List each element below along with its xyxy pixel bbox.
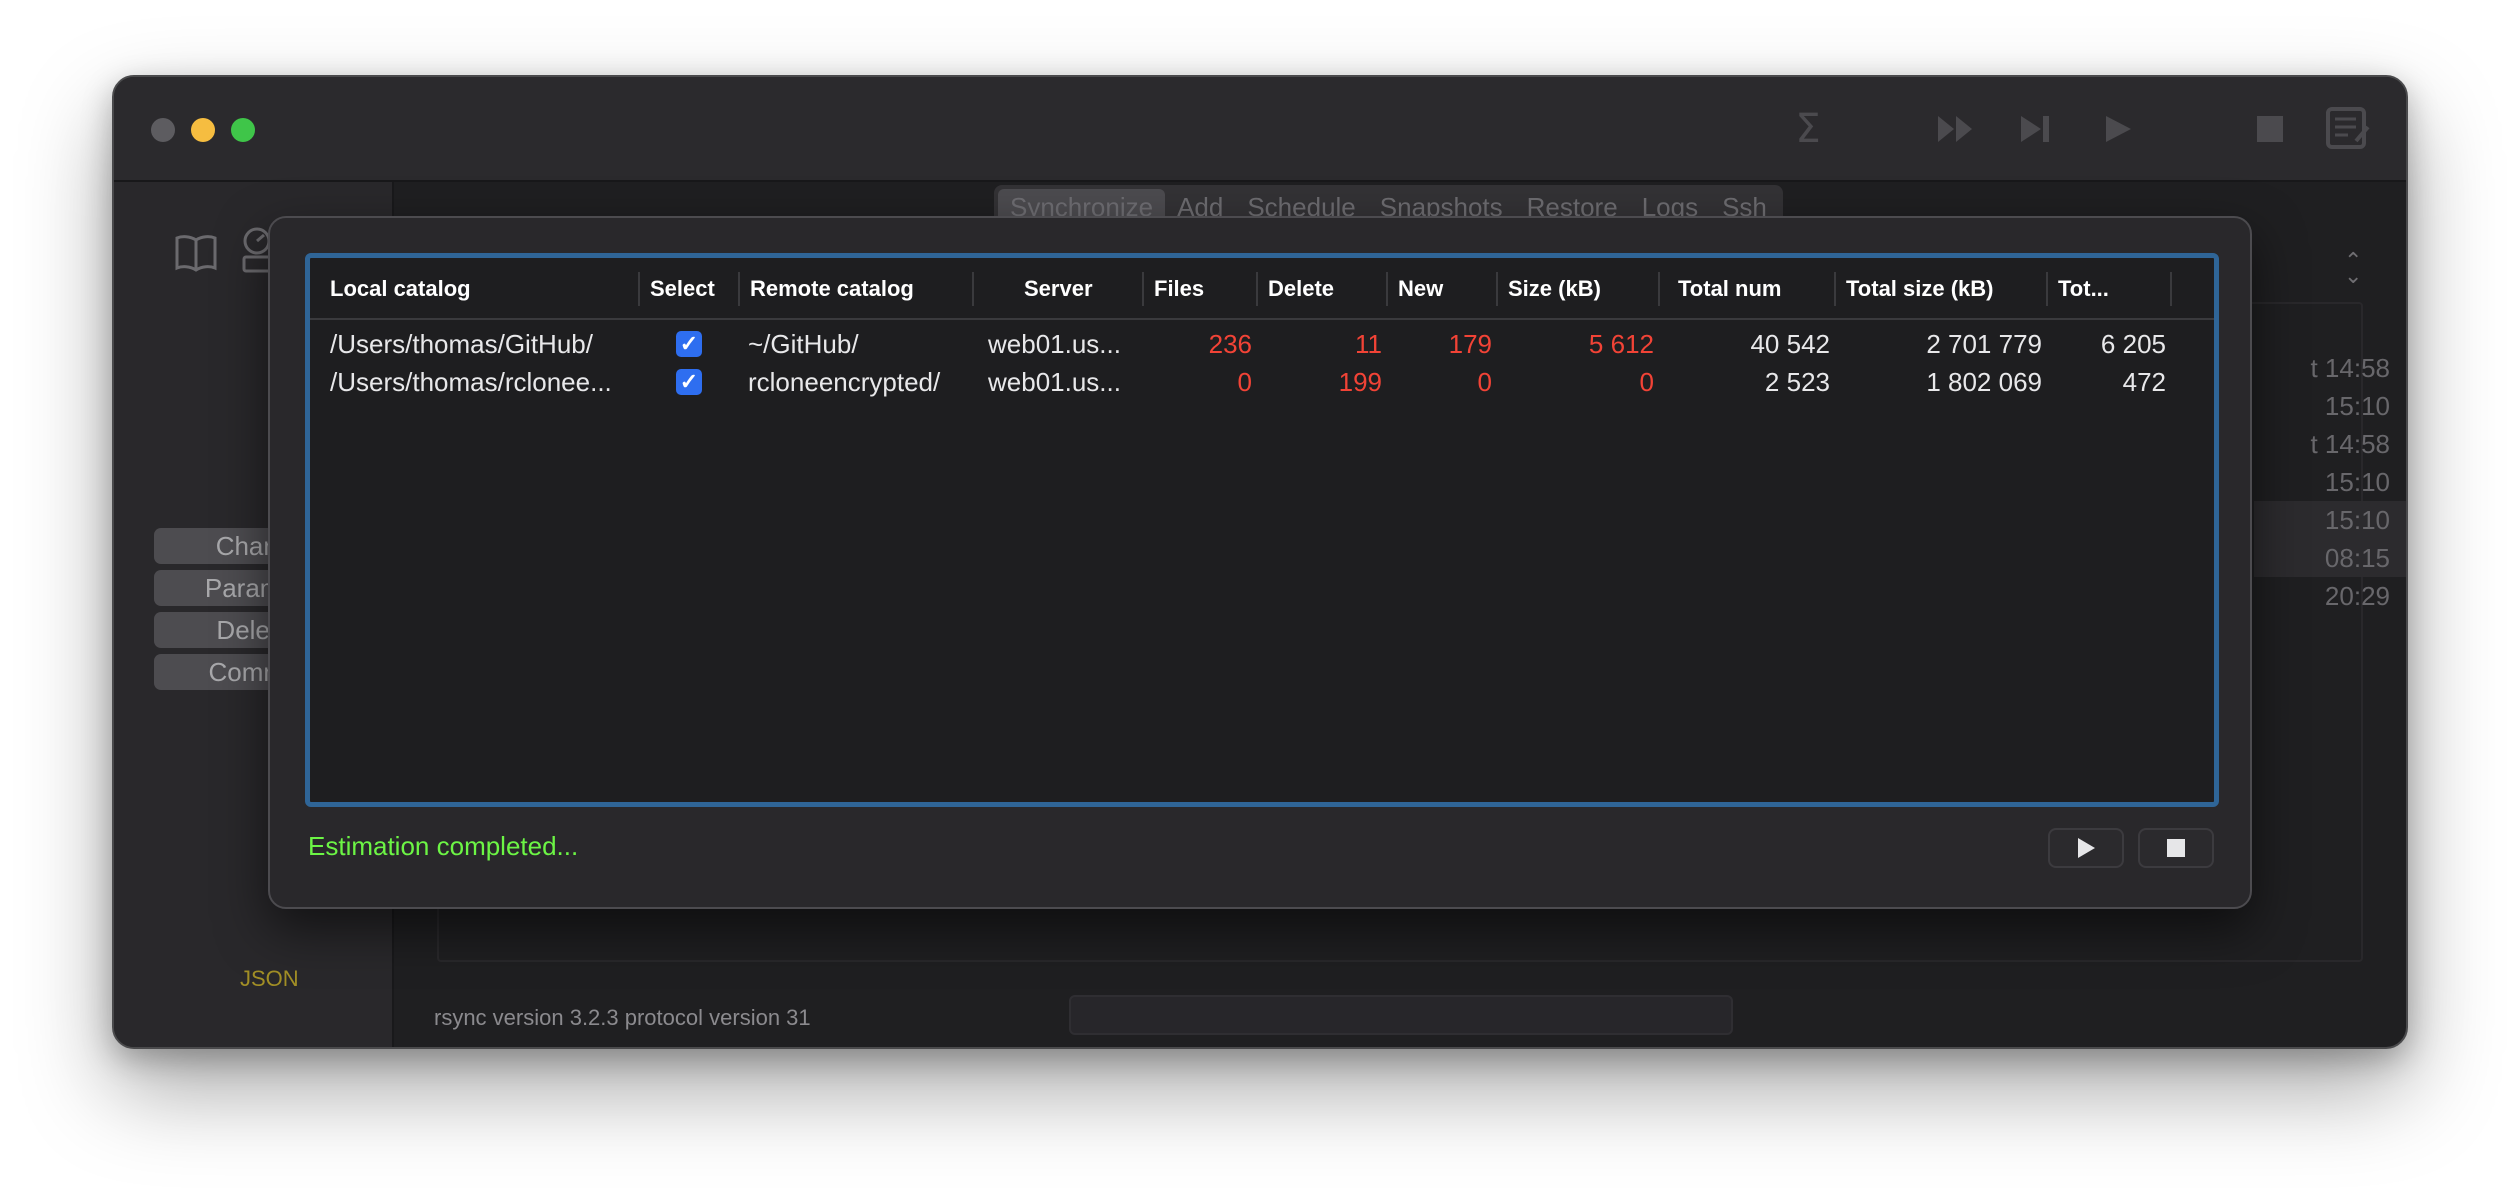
- book-icon[interactable]: [174, 234, 218, 272]
- local-catalog-cell: /Users/thomas/rclonee...: [330, 367, 612, 397]
- play-icon: [2078, 838, 2095, 858]
- size-cell: 5 612: [1588, 329, 1654, 359]
- list-item[interactable]: t 14:58: [2254, 349, 2406, 387]
- server-cell: web01.us...: [988, 367, 1121, 397]
- skip-forward-icon[interactable]: [2016, 107, 2056, 151]
- close-window-button[interactable]: [151, 118, 175, 142]
- column-header-remote-catalog[interactable]: Remote catalog: [742, 272, 974, 306]
- column-header-server[interactable]: Server: [976, 272, 1144, 306]
- tot-cell: 472: [2122, 367, 2166, 397]
- titlebar: Σ: [114, 77, 2406, 182]
- tot-cell: 6 205: [2100, 329, 2166, 359]
- fast-forward-icon[interactable]: [1932, 107, 1980, 151]
- document-edit-icon[interactable]: [2324, 107, 2374, 151]
- list-item[interactable]: 15:10: [2254, 387, 2406, 425]
- total-num-cell: 40 542: [1750, 329, 1830, 359]
- column-header-tot[interactable]: Tot...: [2050, 272, 2172, 306]
- new-cell: 179: [1448, 329, 1492, 359]
- background-time-list: t 14:58 15:10 t 14:58 15:10 15:10 08:15 …: [2254, 349, 2406, 615]
- table-header: Local catalog Select Remote catalog Serv…: [310, 258, 2214, 320]
- files-cell: 236: [1208, 329, 1252, 359]
- progress-bar: [1069, 995, 1733, 1035]
- total-size-cell: 1 802 069: [1926, 367, 2042, 397]
- estimation-table: Local catalog Select Remote catalog Serv…: [305, 253, 2219, 807]
- total-size-cell: 2 701 779: [1926, 329, 2042, 359]
- delete-cell: 11: [1355, 329, 1382, 359]
- estimation-sheet: Local catalog Select Remote catalog Serv…: [268, 216, 2252, 909]
- remote-catalog-cell: ~/GitHub/: [748, 329, 859, 359]
- new-cell: 0: [1477, 367, 1492, 397]
- column-header-size[interactable]: Size (kB): [1500, 272, 1660, 306]
- execute-button[interactable]: [2048, 828, 2124, 868]
- column-header-select[interactable]: Select: [642, 272, 740, 306]
- stop-icon: [2167, 839, 2185, 857]
- select-checkbox[interactable]: ✓: [676, 369, 702, 395]
- estimation-status: Estimation completed...: [308, 831, 579, 861]
- column-header-files[interactable]: Files: [1146, 272, 1258, 306]
- select-checkbox[interactable]: ✓: [676, 331, 702, 357]
- size-cell: 0: [1639, 367, 1654, 397]
- rsync-version-label: rsync version 3.2.3 protocol version 31: [434, 1005, 811, 1030]
- minimize-window-button[interactable]: [191, 118, 215, 142]
- json-label: JSON: [240, 966, 299, 991]
- chevron-up-down-icon[interactable]: ⌃ ⌄: [2344, 250, 2362, 287]
- server-cell: web01.us...: [988, 329, 1121, 359]
- column-header-local-catalog[interactable]: Local catalog: [322, 272, 640, 306]
- abort-button[interactable]: [2138, 828, 2214, 868]
- column-header-total-num[interactable]: Total num: [1662, 272, 1836, 306]
- delete-cell: 199: [1338, 367, 1382, 397]
- files-cell: 0: [1237, 367, 1252, 397]
- column-header-delete[interactable]: Delete: [1260, 272, 1388, 306]
- column-header-total-size[interactable]: Total size (kB): [1838, 272, 2048, 306]
- list-item[interactable]: 15:10: [2254, 501, 2406, 539]
- local-catalog-cell: /Users/thomas/GitHub/: [330, 329, 593, 359]
- list-item[interactable]: 15:10: [2254, 463, 2406, 501]
- remote-catalog-cell: rcloneencrypted/: [748, 367, 941, 397]
- stop-icon[interactable]: [2250, 107, 2290, 151]
- column-header-new[interactable]: New: [1390, 272, 1498, 306]
- zoom-window-button[interactable]: [231, 118, 255, 142]
- play-icon[interactable]: [2098, 107, 2138, 151]
- list-item[interactable]: 08:15: [2254, 539, 2406, 577]
- list-item[interactable]: 20:29: [2254, 577, 2406, 615]
- sigma-icon[interactable]: Σ: [1786, 106, 1830, 152]
- list-item[interactable]: t 14:58: [2254, 425, 2406, 463]
- total-num-cell: 2 523: [1764, 367, 1830, 397]
